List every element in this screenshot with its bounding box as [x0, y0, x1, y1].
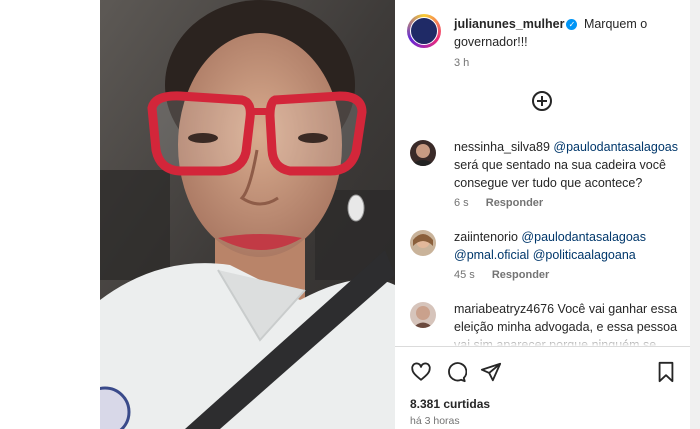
author-avatar[interactable]: [407, 14, 441, 48]
reel-video[interactable]: [100, 0, 395, 429]
save-icon[interactable]: [656, 361, 676, 383]
page-edge: [690, 0, 700, 429]
video-frame: [100, 0, 395, 429]
comment-username[interactable]: nessinha_silva89: [454, 140, 550, 154]
heart-icon[interactable]: [410, 361, 432, 383]
comment-time: 6 s: [454, 197, 469, 209]
likes-count[interactable]: 8.381 curtidas: [410, 397, 490, 411]
comment-text: será que sentado na sua cadeira você con…: [454, 158, 666, 190]
load-more-plus-icon[interactable]: [532, 91, 552, 111]
reply-button[interactable]: Responder: [492, 269, 549, 281]
comment-mention[interactable]: @pmal.oficial: [454, 248, 529, 262]
post-caption: julianunes_mulher ✓ Marquem o governador!…: [454, 15, 684, 69]
commenter-avatar[interactable]: [410, 302, 436, 328]
comment-username[interactable]: mariabeatryz4676: [454, 302, 554, 316]
comment-username[interactable]: zaiintenorio: [454, 230, 518, 244]
author-username[interactable]: julianunes_mulher: [454, 17, 564, 31]
caption-time: 3 h: [454, 57, 470, 69]
commenter-avatar[interactable]: [410, 230, 436, 256]
comment-mention[interactable]: @politicaalagoana: [533, 248, 636, 262]
comment-mention[interactable]: @paulodantasalagoas: [521, 230, 646, 244]
comment-icon[interactable]: [445, 361, 467, 383]
share-icon[interactable]: [480, 361, 502, 383]
post-time: há 3 horas: [410, 415, 460, 427]
comments-fade: [395, 333, 690, 347]
commenter-avatar[interactable]: [410, 140, 436, 166]
comments-panel: julianunes_mulher ✓ Marquem o governador!…: [395, 0, 690, 429]
reply-button[interactable]: Responder: [486, 197, 543, 209]
verified-icon: ✓: [566, 19, 578, 30]
divider: [395, 346, 690, 347]
comment-mention[interactable]: @paulodantasalagoas: [553, 140, 678, 154]
comment-time: 45 s: [454, 269, 475, 281]
